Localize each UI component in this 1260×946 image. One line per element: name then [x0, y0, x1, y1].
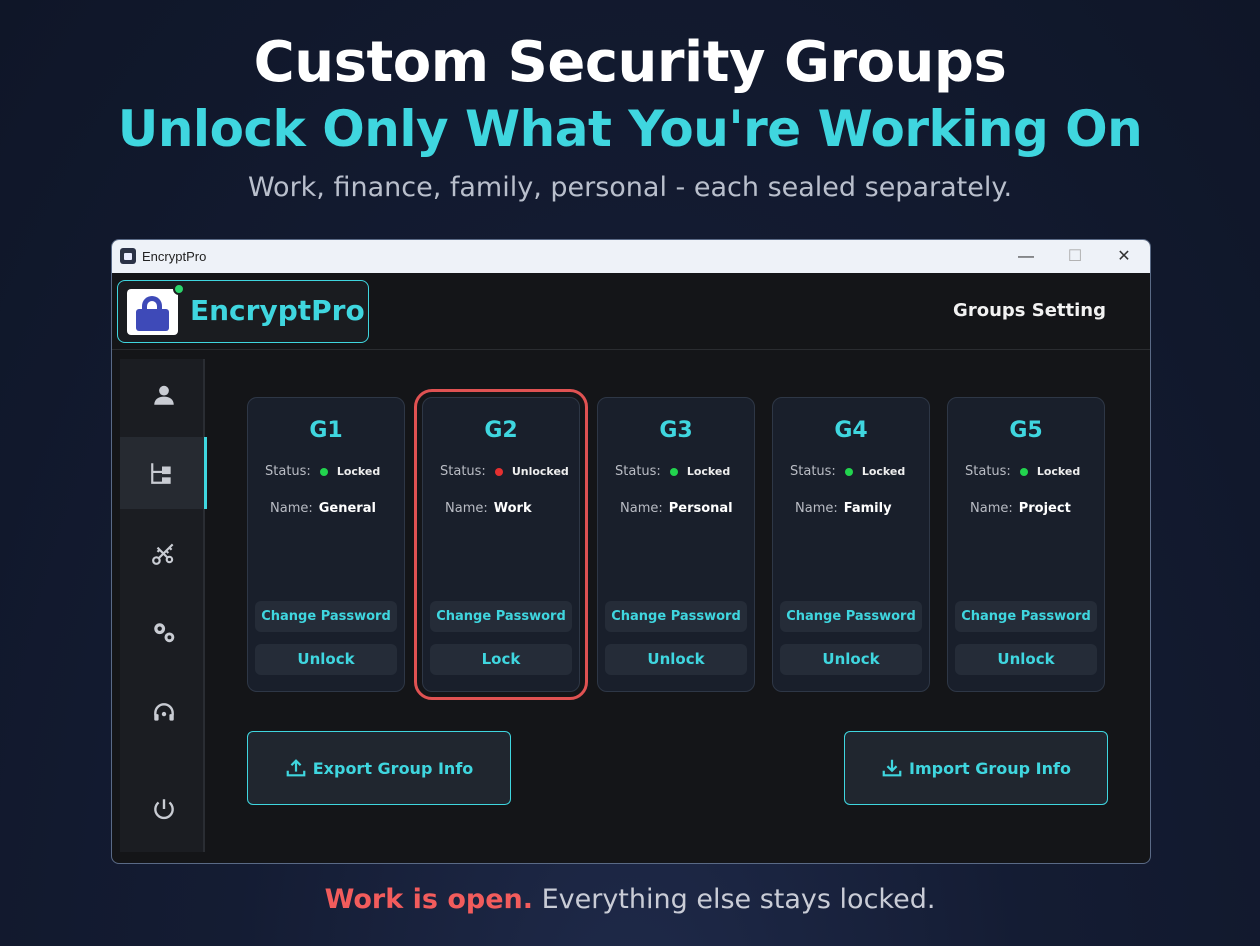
export-label: Export Group Info [312, 758, 474, 778]
unlock-button[interactable]: Unlock [955, 644, 1097, 675]
sidebar-item-user[interactable] [120, 359, 207, 431]
group-name: Name: Personal [620, 501, 733, 516]
upload-icon [286, 759, 306, 777]
minimize-button[interactable]: — [1002, 240, 1050, 273]
close-button[interactable]: ✕ [1100, 240, 1148, 273]
lock-button[interactable]: Lock [430, 644, 572, 675]
sidebar-item-keys[interactable] [120, 517, 207, 589]
page-title: Groups Setting [953, 300, 1106, 321]
maximize-button[interactable]: ☐ [1051, 240, 1099, 273]
window-title: EncryptPro [142, 249, 207, 264]
app-icon [120, 248, 136, 264]
logo-text: EncryptPro [190, 294, 365, 327]
sidebar-item-settings[interactable] [120, 597, 207, 669]
group-name: Name: Project [970, 501, 1071, 516]
status-dot [1019, 467, 1028, 476]
user-icon [153, 385, 174, 405]
group-status: Status: Locked [265, 464, 381, 479]
group-status: Status: Unlocked [440, 464, 569, 479]
change-password-button[interactable]: Change Password [255, 601, 397, 632]
sidebar-item-support[interactable] [120, 677, 207, 749]
unlock-button[interactable]: Unlock [255, 644, 397, 675]
import-label: Import Group Info [909, 758, 1071, 778]
group-card-g5: G5 Status: Locked Name: Project Change Pas… [947, 397, 1105, 692]
unlock-button[interactable]: Unlock [605, 644, 747, 675]
settings-gears-icon [153, 623, 174, 643]
group-name: Name: Work [445, 501, 532, 516]
change-password-button[interactable]: Change Password [605, 601, 747, 632]
group-status: Status: Locked [790, 464, 906, 479]
status-dot [669, 467, 678, 476]
logo: EncryptPro [117, 280, 369, 343]
group-id: G1 [309, 418, 343, 443]
group-status: Status: Locked [965, 464, 1081, 479]
import-group-info-button[interactable]: Import Group Info [844, 731, 1108, 805]
hero-subtitle: Unlock Only What You're Working On [117, 100, 1143, 158]
app-header: EncryptPro Groups Setting [112, 273, 1150, 350]
sidebar-item-groups[interactable] [120, 437, 207, 509]
change-password-button[interactable]: Change Password [780, 601, 922, 632]
window-titlebar: EncryptPro — ☐ ✕ [112, 240, 1150, 273]
change-password-button[interactable]: Change Password [955, 601, 1097, 632]
footer-highlight: Work is open. [324, 884, 533, 915]
lock-icon [127, 289, 178, 335]
status-dot [844, 467, 853, 476]
group-card-g4: G4 Status: Locked Name: Family Change Pass… [772, 397, 930, 692]
footer-rest: Everything else stays locked. [533, 884, 936, 915]
status-dot [319, 467, 328, 476]
groups-tree-icon [151, 463, 171, 484]
group-id: G5 [1009, 418, 1043, 443]
group-name: Name: General [270, 501, 376, 516]
app-window: EncryptPro — ☐ ✕ EncryptPro Groups Setti… [111, 239, 1151, 864]
sidebar-item-power[interactable] [120, 773, 207, 845]
hero-tagline: Work, finance, family, personal - each s… [247, 172, 1013, 203]
download-icon [882, 759, 902, 777]
export-group-info-button[interactable]: Export Group Info [247, 731, 511, 805]
footer-caption: Work is open. Everything else stays lock… [0, 884, 1260, 915]
group-name: Name: Family [795, 501, 892, 516]
group-card-g2: G2 Status: Unlocked Name: Work Change Pass… [414, 389, 588, 700]
power-icon [153, 799, 174, 820]
sidebar [120, 359, 207, 852]
hero-title: Custom Security Groups [253, 30, 1007, 95]
change-password-button[interactable]: Change Password [430, 601, 572, 632]
online-status-dot [173, 283, 185, 295]
group-card-g1: G1 Status: Locked Name: General Change Pas… [247, 397, 405, 692]
group-id: G3 [659, 418, 693, 443]
keys-icon [151, 543, 173, 565]
group-card-g3: G3 Status: Locked Name: Personal Change Pa… [597, 397, 755, 692]
status-dot [494, 467, 503, 476]
group-id: G4 [834, 418, 868, 443]
unlock-button[interactable]: Unlock [780, 644, 922, 675]
group-status: Status: Locked [615, 464, 731, 479]
support-headset-icon [153, 703, 174, 721]
group-id: G2 [484, 418, 518, 443]
